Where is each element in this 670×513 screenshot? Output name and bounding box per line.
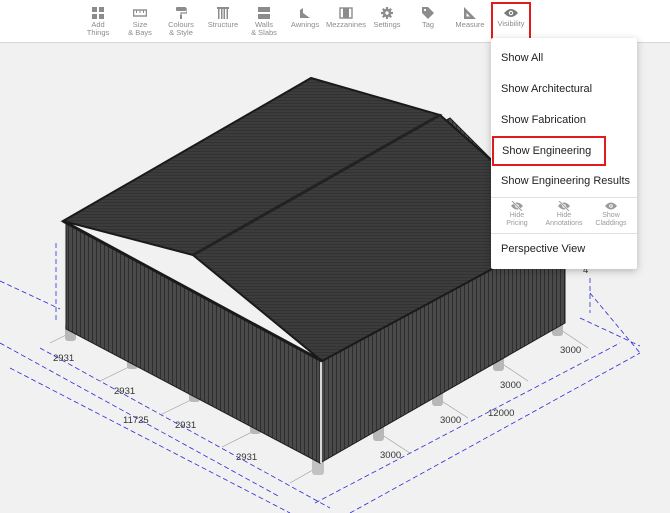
dimension-label: 3000 (440, 415, 461, 426)
ruler-icon (133, 9, 147, 17)
toolbar-measure-label: Measure (455, 20, 485, 29)
dimension-label: 2931 (53, 353, 74, 364)
toolbar-awnings[interactable]: Awnings (285, 3, 325, 39)
toggle-show-claddings[interactable]: Show Claddings (589, 201, 633, 228)
toolbar-structure-label: Structure (207, 20, 239, 29)
dimension-label: 3000 (500, 380, 521, 391)
eye-icon (605, 202, 617, 210)
add-things-icon (92, 7, 104, 19)
dimension-label: 3000 (380, 450, 401, 461)
toolbar-add-things[interactable]: Add Things (78, 3, 118, 39)
toolbar-tag-label: Tag (421, 20, 435, 29)
set-square-icon (464, 7, 476, 19)
eye-off-icon (558, 201, 570, 211)
menu-item-show-engineering-results[interactable]: Show Engineering Results (491, 166, 637, 196)
visibility-menu: Show All Show Architectural Show Fabrica… (491, 38, 637, 269)
menu-item-show-all[interactable]: Show All (491, 43, 637, 73)
toolbar-settings[interactable]: Settings (367, 3, 407, 39)
toolbar-walls-slabs-label: Walls & Slabs (251, 20, 277, 37)
eye-icon (504, 9, 518, 17)
toolbar-colours-style[interactable]: Colours & Style (161, 3, 201, 39)
toolbar-visibility-label: Visibility (497, 19, 525, 28)
toolbar-visibility[interactable]: Visibility (491, 2, 531, 40)
toolbar-awnings-label: Awnings (290, 20, 320, 29)
awning-icon (300, 8, 310, 18)
menu-item-show-architectural[interactable]: Show Architectural (491, 74, 637, 104)
dimension-label: 2931 (175, 420, 196, 431)
toolbar-measure[interactable]: Measure (450, 3, 490, 39)
toolbar: Add Things Size & Bays Colours & Style S… (0, 0, 670, 43)
toggle-hide-annotations-label: Hide Annotations (545, 212, 583, 227)
dimension-label: 3000 (560, 345, 581, 356)
toggle-hide-pricing-label: Hide Pricing (506, 212, 528, 227)
toolbar-size-bays-label: Size & Bays (128, 20, 152, 37)
toolbar-settings-label: Settings (373, 20, 401, 29)
paint-roller-icon (176, 7, 187, 19)
mezzanine-icon (339, 7, 353, 19)
toolbar-walls-slabs[interactable]: Walls & Slabs (244, 3, 284, 39)
toolbar-add-things-label: Add Things (86, 20, 110, 37)
walls-icon (258, 7, 270, 19)
toolbar-tag[interactable]: Tag (408, 3, 448, 39)
tag-icon (422, 7, 434, 19)
structure-icon (217, 7, 229, 19)
toolbar-mezzanines[interactable]: Mezzanines (326, 3, 366, 39)
toggle-show-claddings-label: Show Claddings (595, 212, 627, 227)
dimension-label: 12000 (488, 408, 514, 419)
dimension-label: 2931 (236, 452, 257, 463)
toolbar-size-bays[interactable]: Size & Bays (120, 3, 160, 39)
gear-icon (381, 7, 393, 19)
dimension-label: 2931 (114, 386, 135, 397)
toolbar-colours-style-label: Colours & Style (168, 20, 194, 37)
eye-off-icon (511, 201, 523, 211)
toggle-hide-annotations[interactable]: Hide Annotations (542, 201, 586, 228)
menu-item-show-fabrication[interactable]: Show Fabrication (491, 105, 637, 135)
toolbar-mezzanines-label: Mezzanines (326, 20, 367, 29)
menu-item-perspective-view[interactable]: Perspective View (491, 234, 637, 264)
dimension-label: 11725 (123, 415, 149, 426)
menu-divider (491, 197, 637, 198)
toolbar-structure[interactable]: Structure (203, 3, 243, 39)
menu-item-show-engineering[interactable]: Show Engineering (492, 136, 606, 166)
toggle-hide-pricing[interactable]: Hide Pricing (495, 201, 539, 228)
